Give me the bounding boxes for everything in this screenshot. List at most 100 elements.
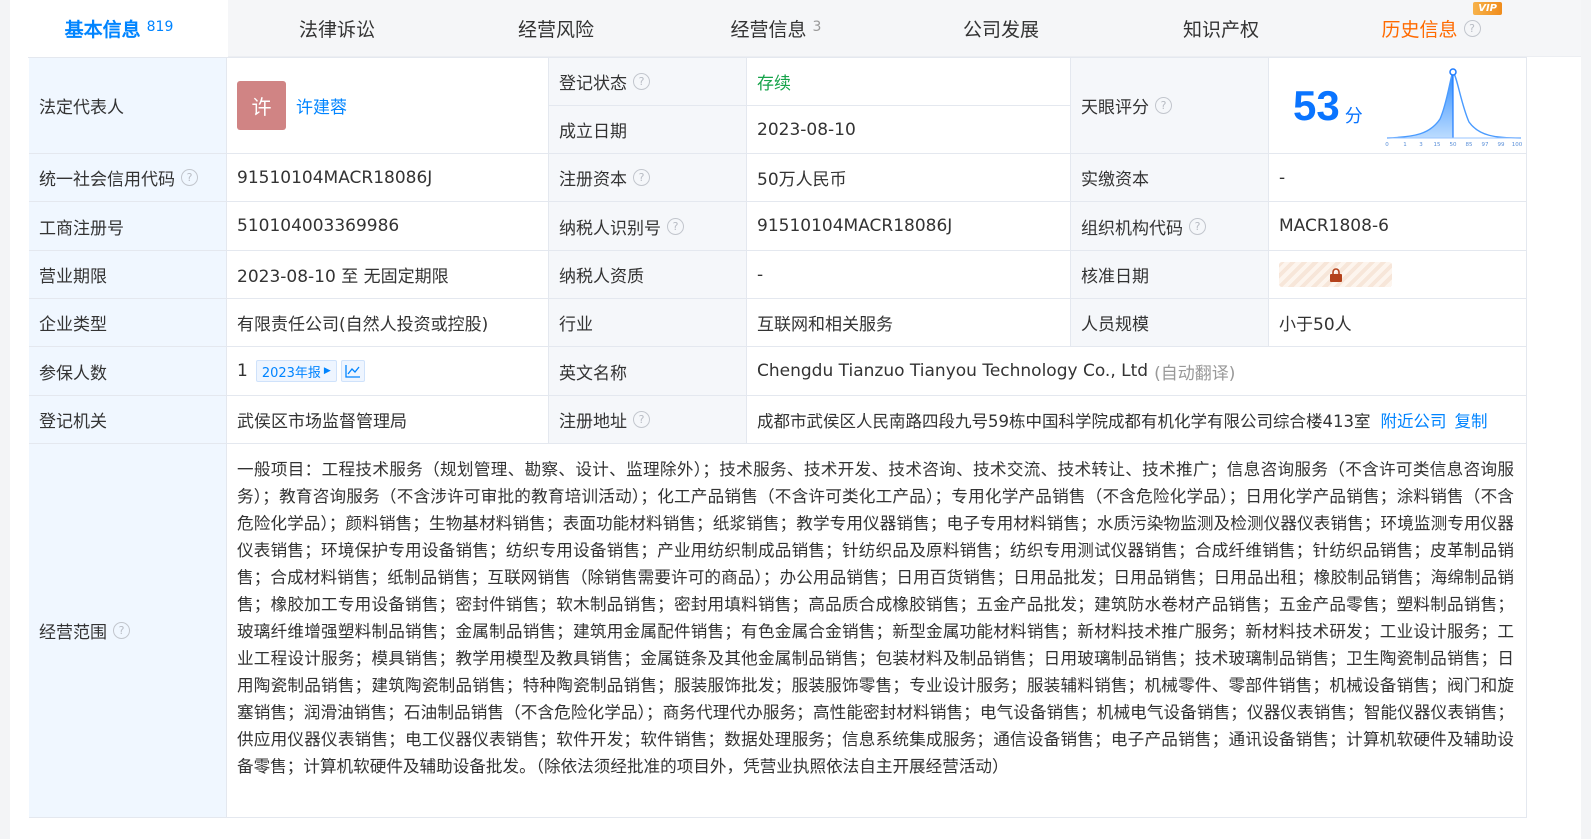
tab-count: 819 xyxy=(146,19,174,35)
legal-rep-label: 法定代表人 xyxy=(29,58,227,154)
taxpayer-id-value: 91510104MACR18086J xyxy=(747,202,1071,251)
reg-authority-value: 武侯区市场监督管理局 xyxy=(227,396,549,444)
industry-value: 互联网和相关服务 xyxy=(747,299,1071,347)
copy-address-link[interactable]: 复制 xyxy=(1455,408,1488,432)
axis-tick: 100 xyxy=(1511,142,1522,148)
vip-locked-value[interactable] xyxy=(1279,262,1392,287)
reg-address-cell: 成都市武侯区人民南路四段九号59栋中国科学院成都有机化学有限公司综合楼413室 … xyxy=(747,396,1527,444)
english-name-label: 英文名称 xyxy=(549,347,747,396)
score-marker-dot xyxy=(1448,67,1457,76)
established-label: 成立日期 xyxy=(549,106,747,154)
tab-label: 法律诉讼 xyxy=(298,19,375,41)
biz-term-value: 2023-08-10 至 无固定期限 xyxy=(227,251,549,299)
reg-address-label: 注册地址? xyxy=(549,396,747,444)
tab-label: 知识产权 xyxy=(1182,19,1259,41)
auto-translate-note: (自动翻译) xyxy=(1154,363,1236,384)
help-icon[interactable]: ? xyxy=(1463,20,1481,37)
tab-history-info[interactable]: 历史信息 ? VIP xyxy=(1326,0,1536,57)
status-value: 存续 xyxy=(747,58,1071,106)
legal-rep-link[interactable]: 许建蓉 xyxy=(296,93,347,118)
score-curve xyxy=(1386,70,1521,139)
taxpayer-qual-label: 纳税人资质 xyxy=(549,251,747,299)
company-type-value: 有限责任公司(自然人投资或控股) xyxy=(227,299,549,347)
help-icon[interactable]: ? xyxy=(633,411,650,428)
biz-term-label: 营业期限 xyxy=(29,251,227,299)
score-area-fill xyxy=(1386,71,1453,138)
help-icon[interactable]: ? xyxy=(1155,97,1172,114)
lock-icon xyxy=(1329,267,1342,282)
tab-label: 公司发展 xyxy=(962,19,1039,41)
reg-capital-label: 注册资本? xyxy=(549,154,747,202)
tab-basic-info[interactable]: 基本信息 819 xyxy=(10,0,228,58)
help-icon[interactable]: ? xyxy=(633,169,650,186)
axis-tick: 97 xyxy=(1481,142,1488,148)
credit-code-label: 统一社会信用代码? xyxy=(29,154,227,202)
tianyan-score-cell[interactable]: 53 分 0 1 3 15 50 85 97 99 100 xyxy=(1269,58,1527,154)
basic-info-table: 法定代表人 许 许建蓉 登记状态? 存续 成立日期 2023-08-10 天眼评… xyxy=(28,57,1527,818)
tianyan-score-label: 天眼评分? xyxy=(1071,58,1269,154)
company-type-label: 企业类型 xyxy=(29,299,227,347)
table-row: 工商注册号 510104003369986 纳税人识别号? 91510104MA… xyxy=(29,202,1527,251)
reg-capital-value: 50万人民币 xyxy=(747,154,1071,202)
staff-size-value: 小于50人 xyxy=(1269,299,1527,347)
staff-size-label: 人员规模 xyxy=(1071,299,1269,347)
company-info-panel: 基本信息 819 法律诉讼 经营风险 经营信息 3 公司发展 知识产权 历史信息… xyxy=(10,0,1581,839)
annual-report-link[interactable]: 2023年报 ▶ xyxy=(255,360,337,382)
tab-company-development[interactable]: 公司发展 xyxy=(886,0,1116,57)
tab-business-info[interactable]: 经营信息 3 xyxy=(666,0,886,57)
table-row: 企业类型 有限责任公司(自然人投资或控股) 行业 互联网和相关服务 人员规模 小… xyxy=(29,299,1527,347)
tab-label: 历史信息 xyxy=(1381,19,1458,41)
approval-date-label: 核准日期 xyxy=(1071,251,1269,299)
table-row: 统一社会信用代码? 91510104MACR18086J 注册资本? 50万人民… xyxy=(29,154,1527,202)
biz-reg-no-value: 510104003369986 xyxy=(227,202,549,251)
tianyan-score-value: 53 xyxy=(1293,81,1340,129)
tianyan-score-unit: 分 xyxy=(1344,105,1363,127)
tab-intellectual-property[interactable]: 知识产权 xyxy=(1116,0,1326,57)
help-icon[interactable]: ? xyxy=(667,217,684,235)
help-icon[interactable]: ? xyxy=(181,169,198,186)
table-row: 经营范围? 一般项目：工程技术服务（规划管理、勘察、设计、监理除外）；技术服务、… xyxy=(29,444,1527,818)
help-icon[interactable]: ? xyxy=(1189,217,1206,235)
table-row: 登记机关 武侯区市场监督管理局 注册地址? 成都市武侯区人民南路四段九号59栋中… xyxy=(29,396,1527,444)
tab-label: 经营信息 xyxy=(730,19,807,41)
trend-chart-icon[interactable] xyxy=(340,360,365,382)
axis-tick: 50 xyxy=(1449,142,1456,148)
axis-tick: 1 xyxy=(1403,142,1407,148)
avatar[interactable]: 许 xyxy=(237,81,286,130)
tab-label: 经营风险 xyxy=(517,19,594,41)
tab-label: 基本信息 xyxy=(64,19,141,41)
table-row: 法定代表人 许 许建蓉 登记状态? 存续 成立日期 2023-08-10 天眼评… xyxy=(29,58,1527,154)
axis-tick: 3 xyxy=(1419,142,1423,148)
tab-count: 3 xyxy=(812,19,822,35)
english-name-cell: Chengdu Tianzuo Tianyou Technology Co., … xyxy=(747,347,1527,396)
table-row: 营业期限 2023-08-10 至 无固定期限 纳税人资质 - 核准日期 xyxy=(29,251,1527,299)
scope-label: 经营范围? xyxy=(29,444,227,818)
tab-legal-litigation[interactable]: 法律诉讼 xyxy=(228,0,446,57)
section-tabs: 基本信息 819 法律诉讼 经营风险 经营信息 3 公司发展 知识产权 历史信息… xyxy=(10,0,1581,58)
axis-tick: 15 xyxy=(1433,142,1440,148)
reg-address-value: 成都市武侯区人民南路四段九号59栋中国科学院成都有机化学有限公司综合楼413室 xyxy=(757,411,1371,431)
insured-cell: 1 2023年报 ▶ xyxy=(227,347,549,396)
scope-value: 一般项目：工程技术服务（规划管理、勘察、设计、监理除外）；技术服务、技术开发、技… xyxy=(227,444,1527,818)
industry-label: 行业 xyxy=(549,299,747,347)
biz-reg-no-label: 工商注册号 xyxy=(29,202,227,251)
vip-badge: VIP xyxy=(1473,2,1502,15)
help-icon[interactable]: ? xyxy=(113,622,130,639)
paid-capital-label: 实缴资本 xyxy=(1071,154,1269,202)
approval-date-cell xyxy=(1269,251,1527,299)
established-value: 2023-08-10 xyxy=(747,106,1071,154)
axis-tick: 99 xyxy=(1497,142,1504,148)
insured-value: 1 xyxy=(237,361,248,381)
paid-capital-value: - xyxy=(1269,154,1527,202)
taxpayer-qual-value: - xyxy=(747,251,1071,299)
tab-business-risk[interactable]: 经营风险 xyxy=(446,0,666,57)
nearby-companies-link[interactable]: 附近公司 xyxy=(1381,408,1447,432)
credit-code-value: 91510104MACR18086J xyxy=(227,154,549,202)
axis-tick: 0 xyxy=(1385,142,1389,148)
axis-tick: 85 xyxy=(1465,142,1472,148)
status-label: 登记状态? xyxy=(549,58,747,106)
org-code-value: MACR1808-6 xyxy=(1269,202,1527,251)
help-icon[interactable]: ? xyxy=(633,73,650,90)
legal-rep-cell: 许 许建蓉 xyxy=(227,58,549,154)
insured-label: 参保人数 xyxy=(29,347,227,396)
